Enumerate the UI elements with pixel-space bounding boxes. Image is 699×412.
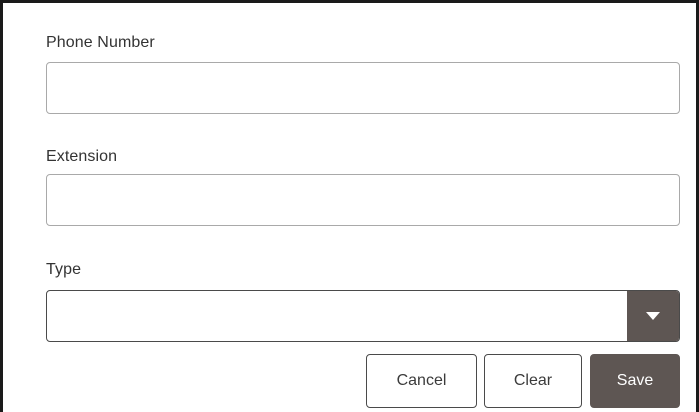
- extension-label: Extension: [46, 148, 118, 165]
- type-label: Type: [46, 261, 82, 278]
- phone-number-label: Phone Number: [46, 34, 155, 51]
- extension-input[interactable]: [46, 174, 680, 226]
- clear-button[interactable]: Clear: [484, 354, 582, 408]
- phone-number-input[interactable]: [46, 62, 680, 114]
- caret-down-icon: [646, 312, 660, 320]
- type-select[interactable]: [46, 290, 680, 342]
- save-button[interactable]: Save: [590, 354, 680, 408]
- type-dropdown-toggle[interactable]: [627, 291, 679, 341]
- phone-form-dialog: Phone Number Extension Type Cancel Clear…: [0, 0, 699, 412]
- cancel-button[interactable]: Cancel: [366, 354, 477, 408]
